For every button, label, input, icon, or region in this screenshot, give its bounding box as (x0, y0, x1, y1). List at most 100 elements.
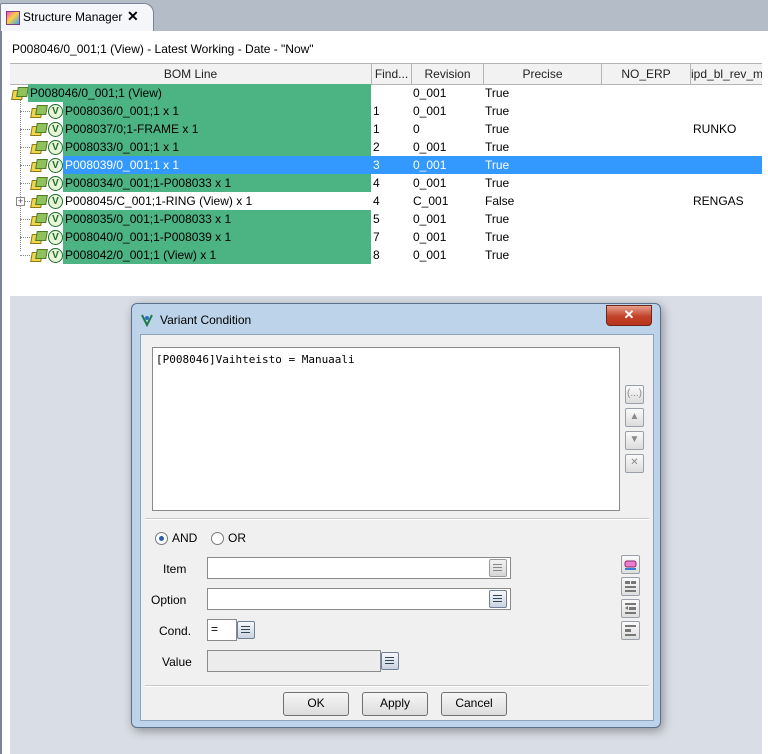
tree-branch (20, 219, 30, 220)
tree-branch (20, 183, 30, 184)
column-header-bom-line[interactable]: BOM Line (10, 64, 372, 84)
bom-line-cell[interactable]: V P008034/0_001;1-P008033 x 1 (10, 174, 371, 192)
bom-line-label: P008036/0_001;1 x 1 (65, 104, 180, 118)
cond-field[interactable] (207, 619, 237, 641)
value-input[interactable] (208, 651, 380, 669)
cell-precise: True (485, 230, 510, 244)
cond-label: Cond. (159, 624, 192, 638)
table-row[interactable]: V P008040/0_001;1-P008039 x 1 7 0_001 True (10, 228, 762, 246)
cell-precise: True (485, 86, 510, 100)
apply-button[interactable]: Apply (362, 692, 428, 716)
bom-line-cell[interactable]: V P008033/0_001;1 x 1 (10, 138, 371, 156)
table-row[interactable]: V P008033/0_001;1 x 1 2 0_001 True (10, 138, 762, 156)
divider-bottom (145, 685, 649, 687)
column-header-no-erp[interactable]: NO_ERP (602, 64, 691, 84)
table-row[interactable]: + V P008045/C_001;1-RING (View) x 1 4 C_001 F… (10, 192, 762, 210)
condition-text-area[interactable]: [P008046]Vaihteisto = Manuaali (152, 347, 620, 511)
variant-icon: V (48, 176, 63, 191)
cell-precise: True (485, 122, 510, 136)
bom-line-cell[interactable]: V P008039/0_001;1 x 1 (10, 156, 371, 174)
table-header: BOM Line Find... Revision Precise NO_ERP… (10, 63, 762, 85)
dialog-close-button[interactable]: ✕ (606, 305, 652, 326)
row-attributes: 2 0_001 True (371, 138, 762, 156)
editor-tab-bar: Structure Manager ✕ (0, 0, 768, 32)
cell-find: 5 (373, 212, 380, 226)
table-row[interactable]: V P008039/0_001;1 x 1 3 0_001 True (10, 156, 762, 174)
bom-line-label: P008039/0_001;1 x 1 (65, 158, 180, 172)
tab-close-icon[interactable]: ✕ (127, 8, 139, 25)
bom-line-label: P008037/0;1-FRAME x 1 (65, 122, 199, 136)
cell-precise: True (485, 176, 510, 190)
variant-icon: V (48, 212, 63, 227)
bom-line-cell[interactable]: V P008037/0;1-FRAME x 1 (10, 120, 371, 138)
column-header-precise[interactable]: Precise (484, 64, 602, 84)
assembly-icon (30, 105, 48, 118)
cell-revision: 0_001 (413, 248, 447, 262)
cell-precise: True (485, 212, 510, 226)
cell-revision: 0 (413, 122, 420, 136)
bom-line-label: P008040/0_001;1-P008039 x 1 (65, 230, 232, 244)
bom-line-cell[interactable]: V P008035/0_001;1-P008033 x 1 (10, 210, 371, 228)
add-clause-icon[interactable] (621, 577, 640, 596)
column-header-revision[interactable]: Revision (412, 64, 484, 84)
ok-button[interactable]: OK (283, 692, 349, 716)
tree-branch (20, 237, 30, 238)
bom-line-label: P008035/0_001;1-P008033 x 1 (65, 212, 232, 226)
column-header-find[interactable]: Find... (372, 64, 412, 84)
move-down-button[interactable]: ▼ (625, 431, 644, 450)
table-row[interactable]: V P008035/0_001;1-P008033 x 1 5 0_001 True (10, 210, 762, 228)
cell-revision: 0_001 (413, 176, 447, 190)
bom-line-cell[interactable]: V P008040/0_001;1-P008039 x 1 (10, 228, 371, 246)
value-field[interactable] (207, 650, 381, 672)
item-input[interactable] (208, 558, 510, 576)
or-radio[interactable] (211, 532, 224, 545)
expand-node-icon[interactable]: + (16, 197, 25, 206)
dialog-body: [P008046]Vaihteisto = Manuaali (...) ▲ ▼… (140, 334, 654, 721)
remove-clause-icon[interactable] (621, 621, 640, 640)
and-radio[interactable] (155, 532, 168, 545)
option-field[interactable] (207, 588, 511, 610)
cancel-button[interactable]: Cancel (441, 692, 507, 716)
item-label: Item (163, 562, 187, 576)
cond-picker-icon[interactable] (237, 621, 255, 639)
item-picker-icon[interactable] (489, 559, 507, 577)
table-row[interactable]: P008046/0_001;1 (View) 0_001 True (10, 84, 762, 102)
clear-eraser-icon[interactable] (621, 555, 640, 574)
and-label: AND (172, 531, 198, 545)
tree-branch (20, 147, 30, 148)
tab-structure-manager[interactable]: Structure Manager ✕ (0, 3, 154, 32)
insert-parenthesis-button[interactable]: (...) (625, 385, 644, 404)
assembly-icon (11, 87, 29, 100)
item-field[interactable] (207, 557, 511, 579)
value-picker-icon[interactable] (381, 652, 399, 670)
row-attributes: 1 0 True RUNKO (371, 120, 762, 138)
table-row[interactable]: V P008034/0_001;1-P008033 x 1 4 0_001 True (10, 174, 762, 192)
bom-line-cell[interactable]: V P008036/0_001;1 x 1 (10, 102, 371, 120)
cell-find: 4 (373, 176, 380, 190)
assembly-icon (30, 231, 48, 244)
delete-clause-button[interactable]: ✕ (625, 454, 644, 473)
row-attributes: 8 0_001 True (371, 246, 762, 264)
option-input[interactable] (208, 589, 510, 607)
variant-condition-dialog: Variant Condition ✕ [P008046]Vaihteisto … (131, 303, 661, 728)
cell-revision: 0_001 (413, 158, 447, 172)
table-row[interactable]: V P008037/0;1-FRAME x 1 1 0 True RUNKO (10, 120, 762, 138)
option-picker-icon[interactable] (489, 590, 507, 608)
replace-clause-icon[interactable] (621, 599, 640, 618)
table-row[interactable]: V P008036/0_001;1 x 1 1 0_001 True (10, 102, 762, 120)
bom-line-cell[interactable]: P008046/0_001;1 (View) (10, 84, 371, 102)
column-header-ipd-bl-rev[interactable]: ipd_bl_rev_m (691, 64, 762, 84)
bom-line-label: P008033/0_001;1 x 1 (65, 140, 180, 154)
cell-find: 7 (373, 230, 380, 244)
assembly-icon (30, 249, 48, 262)
table-row[interactable]: V P008042/0_001;1 (View) x 1 8 0_001 True (10, 246, 762, 264)
variant-icon: V (48, 104, 63, 119)
assembly-icon (30, 159, 48, 172)
move-up-button[interactable]: ▲ (625, 408, 644, 427)
bom-line-cell[interactable]: V P008042/0_001;1 (View) x 1 (10, 246, 371, 264)
cell-revision: 0_001 (413, 86, 447, 100)
value-label: Value (162, 655, 192, 669)
bom-line-cell[interactable]: + V P008045/C_001;1-RING (View) x 1 (10, 192, 371, 210)
row-attributes: 7 0_001 True (371, 228, 762, 246)
cond-input[interactable] (208, 620, 236, 638)
